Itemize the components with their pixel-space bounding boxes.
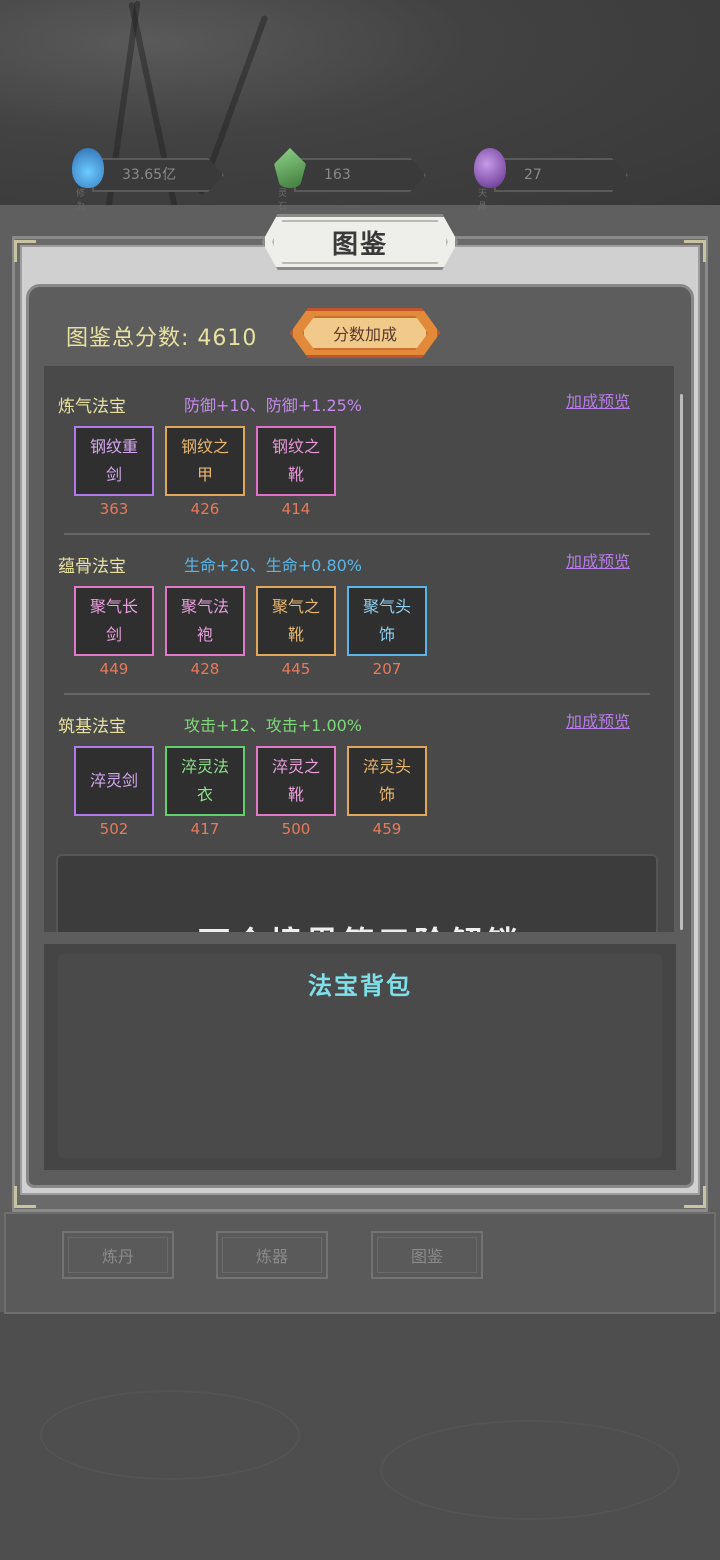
blue-flame-icon [72,148,104,188]
resource-value: 163 [294,158,426,192]
score-bonus-button-label[interactable]: 分数加成 [302,316,428,350]
item-card[interactable]: 淬灵之靴 [256,746,336,816]
tab-alchemy[interactable]: 炼丹 [62,1231,174,1279]
frame-corner [684,240,706,262]
locked-text: 下个境界第三阶解锁 [198,918,522,932]
tab-codex[interactable]: 图鉴 [371,1231,483,1279]
frame-corner [684,1186,706,1208]
list-scrollbar[interactable] [680,394,683,930]
bonus-preview-link[interactable]: 加成预览 [566,388,630,412]
section-yungu: 蕴骨法宝 生命+20、生命+0.80% 加成预览 聚气长剑 449 聚气法袍 4… [44,526,674,686]
item-score: 417 [190,820,220,838]
item-score: 428 [190,660,220,678]
resource-label: 修为 [76,189,86,212]
locked-section-banner: 下个境界第三阶解锁 [56,854,658,932]
item-card[interactable]: 聚气法袍 [165,586,245,656]
frame-corner [14,240,36,262]
cloud-decoration [380,1420,680,1520]
resource-label: 天晶 [478,189,488,212]
total-score: 图鉴总分数: 4610 [66,320,257,352]
title-container: 图鉴 [262,214,458,270]
codex-list[interactable]: 炼气法宝 防御+10、防御+1.25% 加成预览 钢纹重剑 363 钢纹之甲 4… [44,366,674,932]
item-score: 363 [99,500,129,518]
frame-corner [14,1186,36,1208]
item-score: 500 [281,820,311,838]
total-score-value: 4610 [197,326,258,351]
item-score: 414 [281,500,311,518]
item-card[interactable]: 淬灵剑 [74,746,154,816]
cloud-decoration [40,1390,300,1480]
resource-label: 灵石 [278,189,288,212]
tab-label: 炼丹 [101,1247,134,1266]
section-bonus: 防御+10、防御+1.25% [184,396,363,415]
backpack-panel[interactable]: 法宝背包 [58,954,662,1158]
item-score: 502 [99,820,129,838]
item-card[interactable]: 聚气长剑 [74,586,154,656]
tab-label: 图鉴 [410,1247,443,1266]
section-bonus: 生命+20、生命+0.80% [184,556,363,575]
resource-value: 27 [494,158,628,192]
item-card[interactable]: 钢纹之甲 [165,426,245,496]
item-card[interactable]: 淬灵头饰 [347,746,427,816]
bonus-preview-link[interactable]: 加成预览 [566,548,630,572]
item-card[interactable]: 聚气头饰 [347,586,427,656]
item-card[interactable]: 聚气之靴 [256,586,336,656]
resource-value: 33.65亿 [92,158,224,192]
section-lianqi: 炼气法宝 防御+10、防御+1.25% 加成预览 钢纹重剑 363 钢纹之甲 4… [44,366,674,526]
backpack-title: 法宝背包 [308,971,412,1000]
tab-forging[interactable]: 炼器 [216,1231,328,1279]
section-name: 蕴骨法宝 [58,557,126,577]
total-score-label: 图鉴总分数: [66,326,190,351]
item-score: 426 [190,500,220,518]
section-bonus: 攻击+12、攻击+1.00% [184,716,363,735]
item-card[interactable]: 淬灵法衣 [165,746,245,816]
item-card[interactable]: 钢纹之靴 [256,426,336,496]
item-score: 445 [281,660,311,678]
section-name: 炼气法宝 [58,397,126,417]
tab-label: 炼器 [255,1247,288,1266]
bonus-preview-link[interactable]: 加成预览 [566,708,630,732]
page-title: 图鉴 [331,229,388,260]
item-score: 449 [99,660,129,678]
item-card[interactable]: 钢纹重剑 [74,426,154,496]
section-name: 筑基法宝 [58,717,126,737]
item-score: 459 [372,820,402,838]
item-score: 207 [372,660,402,678]
section-zhuji: 筑基法宝 攻击+12、攻击+1.00% 加成预览 淬灵剑 502 淬灵法衣 41… [44,686,674,846]
purple-gem-icon [474,148,506,188]
